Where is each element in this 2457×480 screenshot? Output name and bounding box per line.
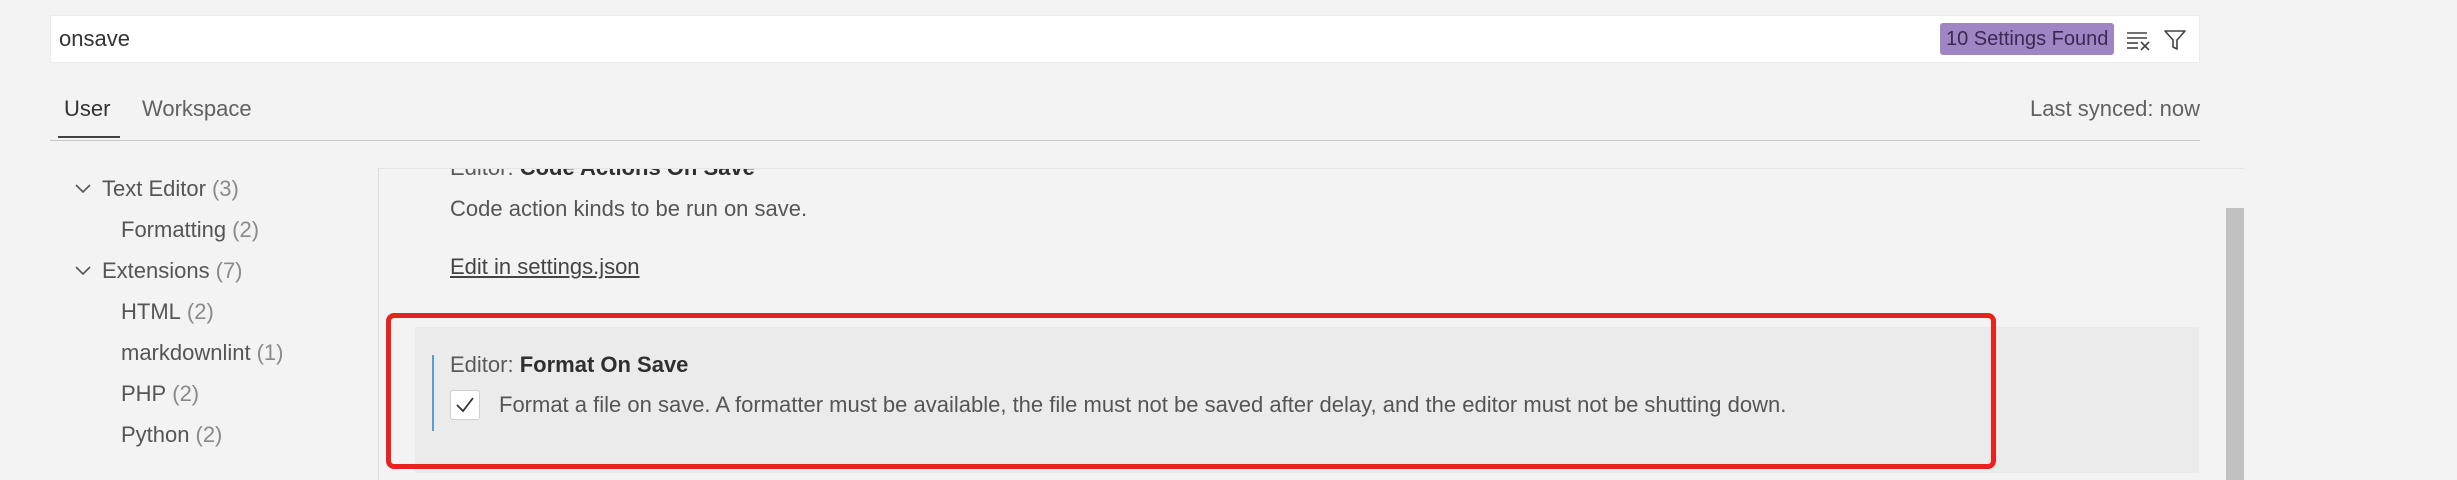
toc-item-count: (7) <box>215 258 243 283</box>
toc-item-text-editor[interactable]: Text Editor (3) <box>74 176 239 202</box>
setting-description: Format a file on save. A formatter must … <box>499 392 1787 417</box>
toc-item-php[interactable]: PHP (2) <box>121 381 199 407</box>
setting-category: Editor: <box>450 169 520 180</box>
focus-indicator <box>432 355 434 431</box>
toc-divider <box>378 168 379 480</box>
checkmark-icon <box>456 397 474 413</box>
toc-item-count: (2) <box>186 299 214 324</box>
toc-item-label: Formatting <box>121 217 227 242</box>
toc-item-label: Extensions <box>102 258 210 283</box>
toc-item-extensions[interactable]: Extensions (7) <box>74 258 243 284</box>
funnel-filter-icon[interactable] <box>2159 24 2191 56</box>
chevron-down-icon <box>75 266 91 276</box>
setting-title-code-actions-on-save: Editor: Code Actions On Save <box>450 169 755 181</box>
toc-item-count: (1) <box>256 340 284 365</box>
toc-item-count: (2) <box>232 217 260 242</box>
tab-user[interactable]: User <box>64 96 110 122</box>
toc-item-count: (2) <box>172 381 200 406</box>
setting-description: Code action kinds to be run on save. <box>450 196 808 221</box>
results-count-badge: 10 Settings Found <box>1940 23 2115 55</box>
setting-title-format-on-save: Editor: Format On Save <box>450 352 688 378</box>
toc-item-count: (3) <box>211 176 239 201</box>
toc-item-html[interactable]: HTML (2) <box>121 299 214 325</box>
setting-name: Code Actions On Save <box>520 169 755 180</box>
chevron-down-icon <box>75 184 91 194</box>
setting-category: Editor: <box>450 352 520 377</box>
toc-item-label: Python <box>121 422 190 447</box>
settings-editor: 10 Settings Found User Workspace Last sy… <box>0 0 2457 480</box>
toc-item-python[interactable]: Python (2) <box>121 422 222 448</box>
tabs-divider <box>50 140 2200 141</box>
toc-item-formatting[interactable]: Formatting (2) <box>121 217 259 243</box>
tab-workspace[interactable]: Workspace <box>142 96 252 122</box>
search-bar: 10 Settings Found <box>50 15 2200 63</box>
toc-item-label: markdownlint <box>121 340 251 365</box>
search-input[interactable] <box>59 23 1359 55</box>
sync-status: Last synced: now <box>2030 96 2200 121</box>
toc-item-count: (2) <box>195 422 223 447</box>
format-on-save-checkbox[interactable] <box>450 390 480 420</box>
toc-item-label: Text Editor <box>102 176 206 201</box>
setting-name: Format On Save <box>519 352 689 377</box>
settings-list: Editor: Code Actions On Save Code action… <box>380 169 2242 480</box>
active-tab-indicator <box>58 136 120 138</box>
edit-in-settings-json-link[interactable]: Edit in settings.json <box>450 254 640 280</box>
toc-item-label: PHP <box>121 381 167 406</box>
toc-item-markdownlint[interactable]: markdownlint (1) <box>121 340 284 366</box>
toc-item-label: HTML <box>121 299 181 324</box>
clear-filter-icon[interactable] <box>2123 24 2155 56</box>
scrollbar-thumb[interactable] <box>2226 208 2244 480</box>
